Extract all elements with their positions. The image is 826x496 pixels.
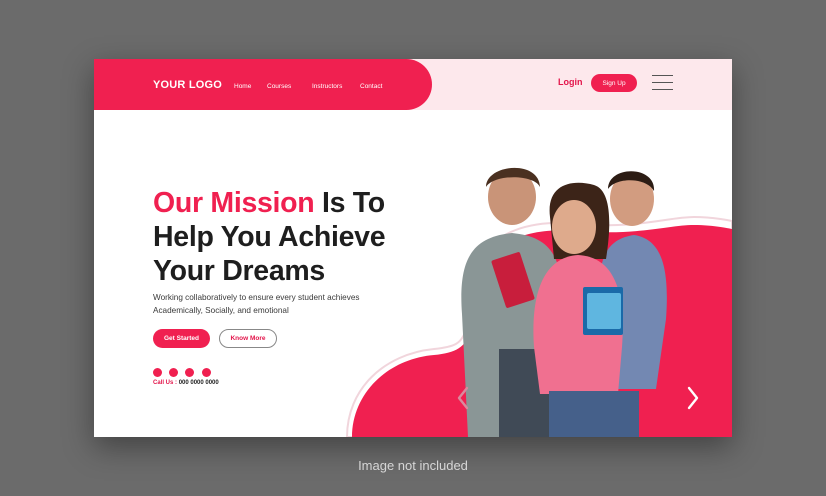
prev-arrow-icon[interactable]	[456, 386, 470, 410]
hero-title-line1: Is To	[314, 187, 385, 219]
hero-description-line1: Working collaboratively to ensure every …	[153, 293, 360, 302]
get-started-button[interactable]: Get Started	[153, 329, 210, 348]
twitter-icon[interactable]	[169, 368, 178, 377]
hero-title-line2: Help You Achieve	[153, 221, 386, 253]
hero-title-line3: Your Dreams	[153, 255, 325, 287]
hero-description-line2: Academically, Socially, and emotional	[153, 306, 289, 315]
telegram-icon[interactable]	[185, 368, 194, 377]
know-more-button[interactable]: Know More	[219, 329, 277, 348]
facebook-icon[interactable]	[153, 368, 162, 377]
hero-title-highlight: Our Mission	[153, 187, 315, 219]
landing-page: YOUR LOGO Home Courses Instructors Conta…	[94, 59, 732, 437]
hero-title: Our Mission Is To Help You Achieve Your …	[153, 186, 386, 288]
next-arrow-icon[interactable]	[686, 386, 700, 410]
call-number: 000 0000 0000	[178, 380, 219, 386]
call-label: Call Us :	[153, 380, 179, 386]
hero-description: Working collaboratively to ensure every …	[153, 291, 413, 317]
call-us: Call Us : 000 0000 0000	[153, 380, 219, 386]
instagram-icon[interactable]	[202, 368, 211, 377]
image-caption: Image not included	[358, 458, 468, 473]
